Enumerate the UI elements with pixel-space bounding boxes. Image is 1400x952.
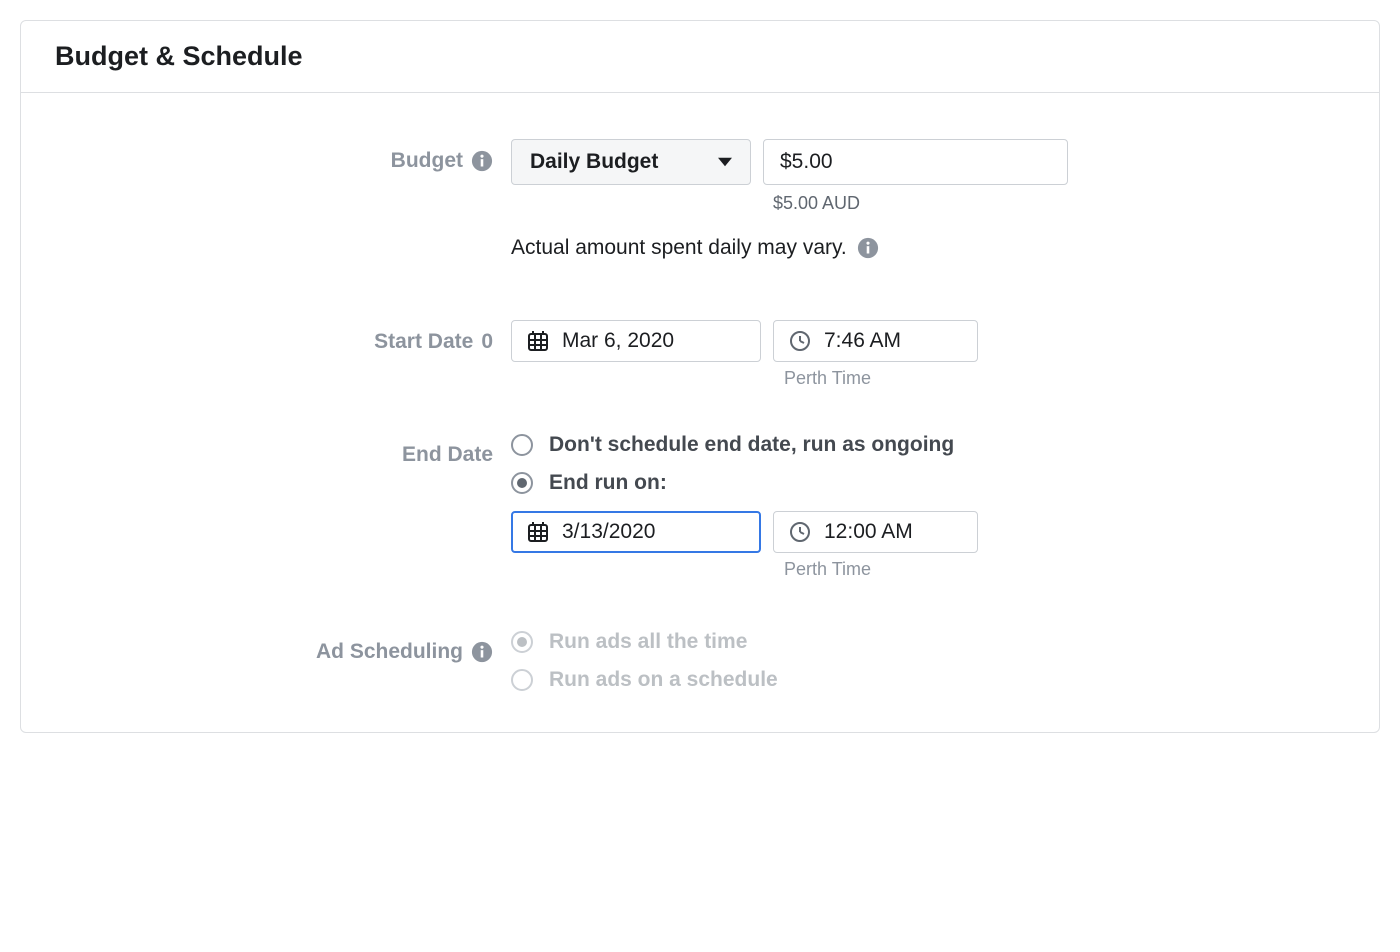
budget-label-col: Budget — [61, 139, 511, 173]
end-time-input[interactable]: 12:00 AM — [773, 511, 978, 553]
info-icon[interactable] — [857, 237, 879, 259]
clock-icon — [788, 520, 812, 544]
end-date-label-text: End Date — [402, 443, 493, 467]
start-date-label: Start Date 0 — [374, 330, 493, 354]
budget-controls: Daily Budget $5.00 AUD Actual amount spe… — [511, 139, 1339, 296]
radio-icon — [511, 669, 533, 691]
budget-dropdown-text: Daily Budget — [530, 150, 658, 174]
start-date-value: Mar 6, 2020 — [562, 329, 674, 353]
end-date-label-col: End Date — [61, 433, 511, 467]
ad-scheduling-label: Ad Scheduling — [316, 640, 493, 664]
start-time-input[interactable]: 7:46 AM — [773, 320, 978, 362]
end-date-row: End Date Don't schedule end date, run as… — [61, 433, 1339, 580]
ad-scheduling-row: Ad Scheduling Run ads all the time Run a… — [61, 630, 1339, 692]
end-timezone: Perth Time — [784, 559, 1339, 580]
start-date-row: Start Date 0 Mar 6, 2020 7:46 AM Perth T… — [61, 320, 1339, 389]
caret-down-icon — [718, 155, 732, 169]
panel-body: Budget Daily Budget $5.00 AUD Actual amo… — [21, 93, 1379, 732]
budget-label-text: Budget — [391, 149, 463, 173]
end-date-value: 3/13/2020 — [562, 520, 655, 544]
radio-icon — [511, 472, 533, 494]
end-time-value: 12:00 AM — [824, 520, 913, 544]
end-date-radio-ongoing[interactable]: Don't schedule end date, run as ongoing — [511, 433, 1339, 457]
budget-type-dropdown[interactable]: Daily Budget — [511, 139, 751, 185]
radio-icon — [511, 631, 533, 653]
end-date-endrun-text: End run on: — [549, 471, 667, 495]
start-date-input[interactable]: Mar 6, 2020 — [511, 320, 761, 362]
start-time-value: 7:46 AM — [824, 329, 901, 353]
budget-label: Budget — [391, 149, 493, 173]
start-date-controls: Mar 6, 2020 7:46 AM Perth Time — [511, 320, 1339, 389]
end-date-ongoing-text: Don't schedule end date, run as ongoing — [549, 433, 954, 457]
end-date-input[interactable]: 3/13/2020 — [511, 511, 761, 553]
budget-schedule-panel: Budget & Schedule Budget Daily Budget — [20, 20, 1380, 733]
panel-header: Budget & Schedule — [21, 21, 1379, 93]
budget-amount-input[interactable] — [763, 139, 1068, 185]
start-date-label-text: Start Date — [374, 330, 473, 354]
budget-amount-helper: $5.00 AUD — [773, 193, 1339, 214]
calendar-icon — [526, 329, 550, 353]
ad-scheduling-label-col: Ad Scheduling — [61, 630, 511, 664]
info-icon[interactable] — [471, 641, 493, 663]
clock-icon — [788, 329, 812, 353]
ad-scheduling-label-text: Ad Scheduling — [316, 640, 463, 664]
end-date-radio-endrun[interactable]: End run on: — [511, 471, 1339, 495]
ad-scheduling-schedule-text: Run ads on a schedule — [549, 668, 778, 692]
panel-title: Budget & Schedule — [55, 41, 1345, 72]
end-date-controls: Don't schedule end date, run as ongoing … — [511, 433, 1339, 580]
ad-scheduling-all-text: Run ads all the time — [549, 630, 747, 654]
calendar-icon — [526, 520, 550, 544]
budget-note-text: Actual amount spent daily may vary. — [511, 236, 847, 260]
ad-scheduling-radio-all: Run ads all the time — [511, 630, 1339, 654]
end-date-label: End Date — [402, 443, 493, 467]
start-timezone: Perth Time — [784, 368, 1339, 389]
info-icon[interactable] — [471, 150, 493, 172]
ad-scheduling-controls: Run ads all the time Run ads on a schedu… — [511, 630, 1339, 692]
budget-row: Budget Daily Budget $5.00 AUD Actual amo… — [61, 139, 1339, 296]
ad-scheduling-radio-schedule: Run ads on a schedule — [511, 668, 1339, 692]
start-date-label-col: Start Date 0 — [61, 320, 511, 354]
radio-icon — [511, 434, 533, 456]
budget-note: Actual amount spent daily may vary. — [511, 236, 1339, 260]
